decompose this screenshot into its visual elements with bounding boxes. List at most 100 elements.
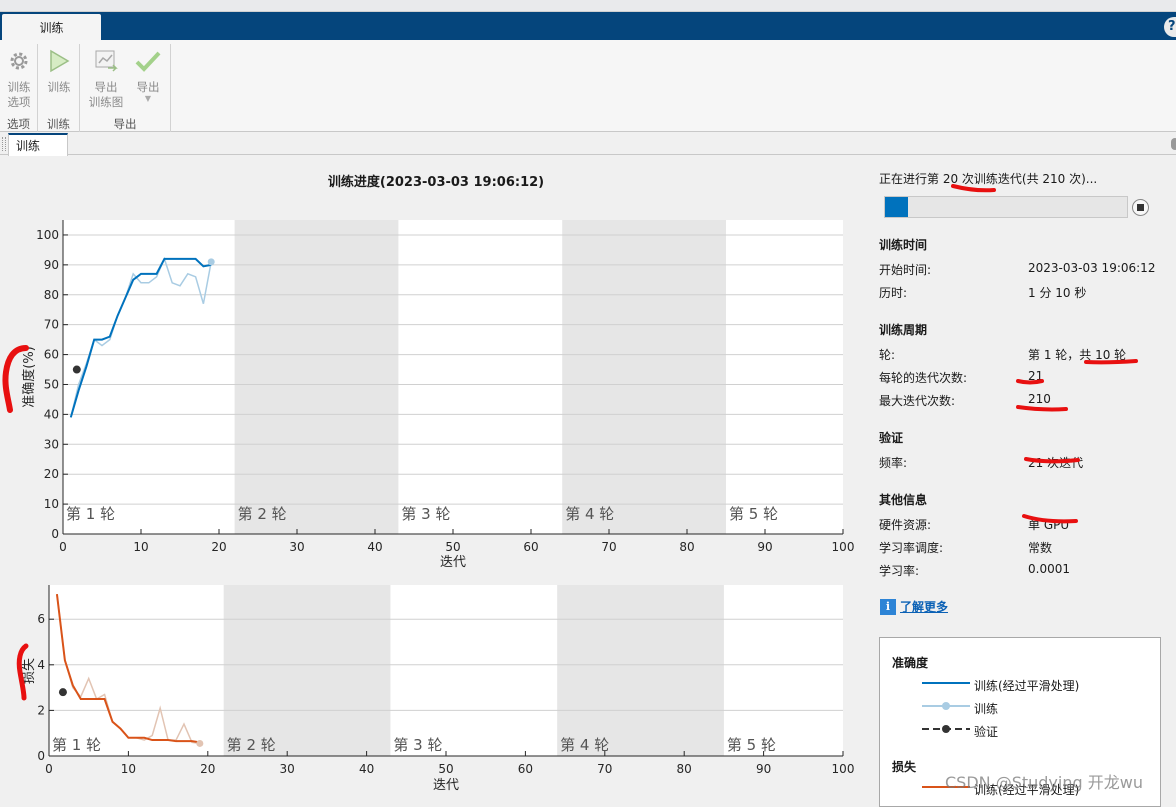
training-plots: 训练进度(2023-03-03 19:06:12) 0 10 20 30 40 50 60 7… bbox=[21, 174, 854, 793]
x-tick-label: 80 bbox=[677, 762, 692, 776]
x-tick-label: 20 bbox=[211, 540, 226, 554]
x-tick-label: 0 bbox=[59, 540, 67, 554]
x-axis-label: 迭代 bbox=[440, 555, 466, 570]
series-point-train-last bbox=[207, 258, 215, 266]
toolstrip-group-options: 训练 选项 选项 bbox=[0, 44, 38, 132]
annotation-stroke-accuracy-label bbox=[2, 345, 29, 413]
watermark: CSDN @Studying 开龙wu bbox=[945, 773, 1143, 792]
progress-bar bbox=[884, 196, 1128, 218]
legend-loss-title: 损失 bbox=[892, 760, 917, 774]
section-title: 训练周期 bbox=[879, 323, 928, 337]
legend-item-smoothed: 训练(经过平滑处理) bbox=[974, 679, 1080, 693]
legend-accuracy-title: 准确度 bbox=[892, 656, 929, 670]
series-point-train-last bbox=[196, 739, 204, 747]
legend-line-validation bbox=[922, 725, 970, 733]
progress-bar-fill bbox=[885, 197, 908, 217]
gear-icon bbox=[10, 52, 28, 70]
toolstrip: 训练 选项 选项 训练 训练 导出 训练图 导出 ▼ 导出 bbox=[0, 40, 1176, 132]
legend-line-train bbox=[922, 702, 970, 710]
x-tick-label: 90 bbox=[757, 540, 772, 554]
x-tick-label: 70 bbox=[597, 762, 612, 776]
y-tick-label: 70 bbox=[44, 318, 59, 332]
epoch-label: 第 4 轮 bbox=[560, 736, 609, 754]
x-tick-label: 10 bbox=[133, 540, 148, 554]
toolstrip-group-export: 导出 训练图 导出 ▼ 导出 bbox=[80, 44, 171, 132]
ribbon-tab-bar: 训练 ? bbox=[0, 12, 1176, 40]
x-tick-label: 30 bbox=[289, 540, 304, 554]
accuracy-plot: 0 10 20 30 40 50 60 70 80 90 100 0 10 20 30 40 50 60 70 80 9… bbox=[21, 220, 854, 570]
legend-line-smoothed bbox=[922, 682, 970, 684]
x-tick-label: 60 bbox=[518, 762, 533, 776]
legend-item-train: 训练 bbox=[974, 702, 999, 716]
ribbon-tab-train[interactable]: 训练 bbox=[2, 14, 101, 40]
drag-handle-icon[interactable] bbox=[2, 137, 6, 151]
annotation-stroke-iteration bbox=[951, 184, 996, 193]
x-tick-label: 100 bbox=[832, 762, 855, 776]
info-row: 历时: 1 分 10 秒 bbox=[879, 286, 1087, 300]
train-button-label: 训练 bbox=[47, 80, 71, 94]
stop-icon bbox=[1137, 204, 1144, 211]
x-tick-label: 50 bbox=[438, 762, 453, 776]
learn-more-link[interactable]: i 了解更多 bbox=[880, 598, 948, 615]
document-tab-train[interactable]: 训练 bbox=[8, 133, 68, 156]
legend-item-validation: 验证 bbox=[974, 725, 999, 739]
group-label-export: 导出 bbox=[113, 117, 137, 131]
export-plot-icon bbox=[95, 50, 118, 72]
epoch-label: 第 5 轮 bbox=[727, 736, 776, 754]
y-tick-label: 100 bbox=[36, 228, 59, 242]
epoch-band bbox=[557, 585, 724, 756]
training-progress-panel: 训练进度(2023-03-03 19:06:12) 0 10 20 30 40 50 60 7… bbox=[0, 156, 1176, 807]
info-row: 学习率调度: 常数 bbox=[879, 541, 1053, 555]
export-plot-label: 导出 训练图 bbox=[88, 80, 124, 109]
loss-plot: 0 10 20 30 40 50 60 70 80 90 1000246迭代损失第 1 轮第 2 轮… bbox=[22, 585, 854, 793]
x-tick-label: 30 bbox=[280, 762, 295, 776]
stop-button[interactable] bbox=[1132, 199, 1149, 216]
document-tab-strip: 训练 bbox=[0, 133, 1176, 156]
epoch-label: 第 5 轮 bbox=[729, 505, 778, 523]
training-options-button[interactable]: 训练 选项 bbox=[2, 46, 36, 110]
x-tick-label: 90 bbox=[756, 762, 771, 776]
epoch-label: 第 2 轮 bbox=[238, 505, 287, 523]
learn-more-text: 了解更多 bbox=[900, 600, 949, 614]
x-tick-label: 70 bbox=[601, 540, 616, 554]
train-button[interactable]: 训练 bbox=[42, 46, 76, 95]
epoch-band bbox=[234, 220, 399, 534]
epoch-band bbox=[562, 220, 726, 534]
chevron-down-icon: ▼ bbox=[144, 94, 152, 103]
series-point-validation bbox=[72, 365, 81, 374]
section-training-time: 训练时间 开始时间: 2023-03-03 19:06:12 历时: 1 分 10 … bbox=[879, 236, 1169, 307]
x-tick-label: 10 bbox=[121, 762, 136, 776]
training-options-label: 训练 选项 bbox=[7, 80, 31, 109]
y-tick-label: 20 bbox=[44, 467, 59, 481]
x-tick-label: 20 bbox=[200, 762, 215, 776]
y-tick-label: 30 bbox=[44, 437, 59, 451]
y-tick-label: 10 bbox=[44, 497, 59, 511]
epoch-label: 第 2 轮 bbox=[227, 736, 276, 754]
epoch-label: 第 4 轮 bbox=[565, 505, 614, 523]
x-tick-label: 50 bbox=[445, 540, 460, 554]
export-plot-button[interactable]: 导出 训练图 bbox=[86, 46, 126, 110]
export-button[interactable]: 导出 ▼ bbox=[130, 46, 166, 103]
panel-menu-icon[interactable] bbox=[1171, 138, 1176, 150]
help-button[interactable]: ? bbox=[1164, 17, 1176, 37]
epoch-band bbox=[223, 585, 391, 756]
y-tick-label: 60 bbox=[44, 348, 59, 362]
x-tick-label: 40 bbox=[367, 540, 382, 554]
x-tick-label: 0 bbox=[45, 762, 53, 776]
x-axis-label: 迭代 bbox=[433, 778, 459, 793]
y-tick-label: 90 bbox=[44, 258, 59, 272]
annotation-strokes-info bbox=[1022, 457, 1080, 524]
y-tick-label: 6 bbox=[37, 612, 45, 626]
export-button-label: 导出 bbox=[136, 80, 160, 94]
info-row: 学习率: 0.0001 bbox=[879, 562, 1070, 578]
x-tick-label: 60 bbox=[523, 540, 538, 554]
epoch-label: 第 1 轮 bbox=[66, 505, 115, 523]
annotation-stroke-loss-label bbox=[16, 643, 29, 701]
group-label-train: 训练 bbox=[47, 117, 70, 131]
plot-area bbox=[49, 585, 843, 756]
y-tick-label: 2 bbox=[37, 703, 45, 717]
epoch-label: 第 1 轮 bbox=[52, 736, 101, 754]
epoch-label: 第 3 轮 bbox=[393, 736, 442, 754]
group-label-options: 选项 bbox=[7, 117, 30, 131]
window-title-bar bbox=[0, 0, 1176, 12]
